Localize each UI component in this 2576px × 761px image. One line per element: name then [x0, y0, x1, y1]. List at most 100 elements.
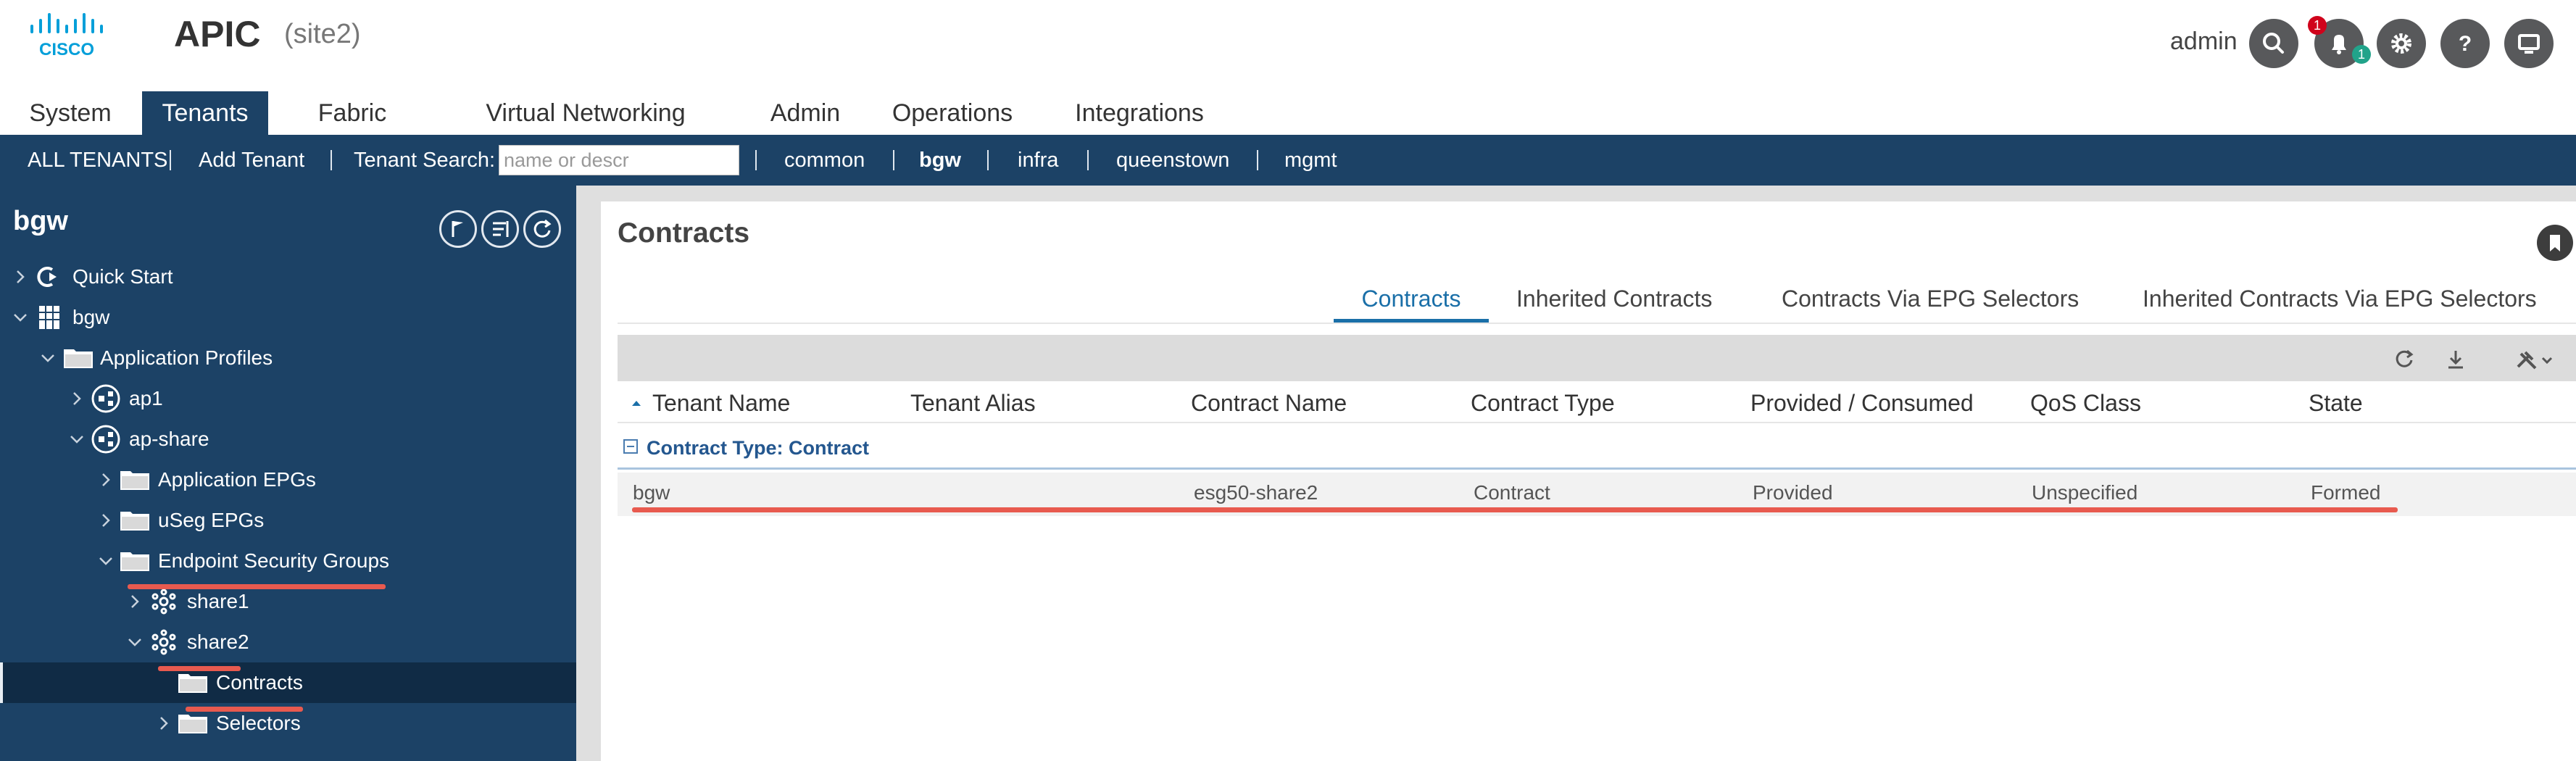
- tenant-link-mgmt[interactable]: mgmt: [1284, 135, 1337, 186]
- column-header-tenant-alias[interactable]: Tenant Alias: [910, 386, 1036, 420]
- chevron-right-icon[interactable]: [91, 506, 120, 535]
- apic-app: CISCO APIC (site2) admin 1 1 ? System Te…: [0, 0, 2576, 761]
- flag-icon[interactable]: [439, 210, 477, 248]
- tree-item-label: Application EPGs: [158, 468, 316, 491]
- collapse-tree-icon[interactable]: [481, 210, 519, 248]
- alert-badge: 1: [2308, 16, 2327, 35]
- chevron-right-icon[interactable]: [120, 587, 149, 616]
- tab-tenants[interactable]: Tenants: [142, 91, 268, 135]
- tenant-link-common[interactable]: common: [784, 135, 865, 186]
- page-title: Contracts: [618, 217, 750, 249]
- tab-system[interactable]: System: [16, 91, 125, 135]
- folder-icon: [120, 471, 149, 490]
- chevron-right-icon[interactable]: [91, 465, 120, 494]
- collapse-group-icon[interactable]: [623, 439, 638, 454]
- column-header-qos-class[interactable]: QoS Class: [2030, 386, 2141, 420]
- tab-operations[interactable]: Operations: [877, 91, 1028, 135]
- chevron-down-icon[interactable]: [6, 303, 35, 332]
- refresh-icon[interactable]: [523, 210, 561, 248]
- table-toolbar: [618, 335, 2576, 381]
- tenant-search-label: Tenant Search:: [354, 149, 496, 172]
- chevron-down-icon[interactable]: [91, 546, 120, 575]
- tree-item-label: Endpoint Security Groups: [158, 549, 390, 572]
- folder-icon: [64, 349, 93, 368]
- tree-item-ap1[interactable]: ap1: [0, 378, 576, 419]
- sort-ascending-icon[interactable]: [629, 396, 644, 410]
- add-tenant-link[interactable]: Add Tenant: [199, 135, 304, 186]
- tree-item-application-epgs[interactable]: Application EPGs: [0, 459, 576, 500]
- tree-item-label: Quick Start: [72, 265, 173, 288]
- tree-item-label: ap-share: [129, 428, 209, 450]
- tab-divider: [618, 323, 2576, 324]
- chevron-right-icon[interactable]: [149, 709, 178, 738]
- tree-item-ap-share[interactable]: ap-share: [0, 419, 576, 459]
- chevron-down-icon[interactable]: [33, 344, 62, 373]
- help-icon[interactable]: ?: [2440, 19, 2490, 68]
- gear-icon[interactable]: [2377, 19, 2426, 68]
- chevron-down-icon[interactable]: [120, 628, 149, 657]
- tab-virtual-networking[interactable]: Virtual Networking: [465, 91, 706, 135]
- column-header-contract-type[interactable]: Contract Type: [1471, 386, 1615, 420]
- cell-state: Formed: [2311, 481, 2381, 504]
- bookmark-icon[interactable]: [2537, 225, 2573, 261]
- group-label: Contract Type: Contract: [647, 437, 870, 459]
- tree-item-label: uSeg EPGs: [158, 509, 265, 531]
- app-name: APIC: [174, 14, 261, 54]
- tree-item-contracts[interactable]: Contracts: [0, 662, 576, 703]
- tree-item-label: ap1: [129, 387, 163, 409]
- subbar-separator: [893, 150, 894, 170]
- tenant-link-bgw[interactable]: bgw: [919, 135, 961, 186]
- tree-item-share2[interactable]: share2: [0, 622, 576, 662]
- highlight-underline: [186, 707, 303, 712]
- site-name: (site2): [284, 19, 361, 49]
- tools-icon[interactable]: [2511, 344, 2556, 375]
- user-menu[interactable]: admin: [2170, 28, 2238, 56]
- tenant-link-infra[interactable]: infra: [1018, 135, 1058, 186]
- screen-icon[interactable]: [2504, 19, 2554, 68]
- subbar-separator: [170, 150, 171, 170]
- all-tenants-link[interactable]: ALL TENANTS: [28, 135, 167, 186]
- cell-qos-class: Unspecified: [2032, 481, 2138, 504]
- chevron-down-icon[interactable]: [62, 425, 91, 454]
- tenant-link-queenstown[interactable]: queenstown: [1116, 135, 1229, 186]
- tab-contracts[interactable]: Contracts: [1334, 283, 1489, 323]
- tree-item-label: Application Profiles: [100, 346, 273, 369]
- tab-inherited-contracts-via-epg-selectors[interactable]: Inherited Contracts Via EPG Selectors: [2143, 283, 2537, 323]
- cell-contract-type: Contract: [1474, 481, 1550, 504]
- tab-fabric[interactable]: Fabric: [296, 91, 409, 135]
- subbar-separator: [987, 150, 989, 170]
- subbar-separator: [1087, 150, 1089, 170]
- subbar-separator: [755, 150, 757, 170]
- header-divider: [618, 422, 2576, 423]
- quickstart-icon: [37, 267, 57, 287]
- column-header-state[interactable]: State: [2309, 386, 2363, 420]
- highlight-underline: [158, 666, 241, 671]
- group-row: [618, 429, 2576, 468]
- folder-icon: [120, 552, 149, 571]
- sidebar-title: bgw: [13, 206, 68, 236]
- esg-icon: [151, 629, 176, 655]
- tenant-search-input[interactable]: [499, 145, 739, 175]
- tab-admin[interactable]: Admin: [754, 91, 857, 135]
- tree-item-application-profiles[interactable]: Application Profiles: [0, 338, 576, 378]
- download-icon[interactable]: [2440, 344, 2472, 375]
- info-badge: 1: [2352, 45, 2371, 64]
- chevron-right-icon[interactable]: [62, 384, 91, 413]
- tree-item-quick-start[interactable]: Quick Start: [0, 257, 576, 297]
- tab-integrations[interactable]: Integrations: [1052, 91, 1226, 135]
- tree-item-label: bgw: [72, 306, 110, 328]
- column-header-contract-name[interactable]: Contract Name: [1191, 386, 1347, 420]
- column-header-provided-consumed[interactable]: Provided / Consumed: [1750, 386, 1974, 420]
- tab-inherited-contracts[interactable]: Inherited Contracts: [1516, 283, 1712, 323]
- top-header: CISCO APIC (site2) admin 1 1 ? System Te…: [0, 0, 2576, 135]
- refresh-icon[interactable]: [2389, 344, 2421, 375]
- search-icon[interactable]: [2249, 19, 2298, 68]
- tab-contracts-via-epg-selectors[interactable]: Contracts Via EPG Selectors: [1782, 283, 2079, 323]
- column-header-tenant-name[interactable]: Tenant Name: [652, 386, 790, 420]
- svg-text:CISCO: CISCO: [39, 40, 94, 59]
- tree-item-bgw[interactable]: bgw: [0, 297, 576, 338]
- tree-item-useg-epgs[interactable]: uSeg EPGs: [0, 500, 576, 541]
- app-profile-icon: [91, 425, 120, 454]
- tree-item-endpoint-security-groups[interactable]: Endpoint Security Groups: [0, 541, 576, 581]
- app-profile-icon: [91, 384, 120, 413]
